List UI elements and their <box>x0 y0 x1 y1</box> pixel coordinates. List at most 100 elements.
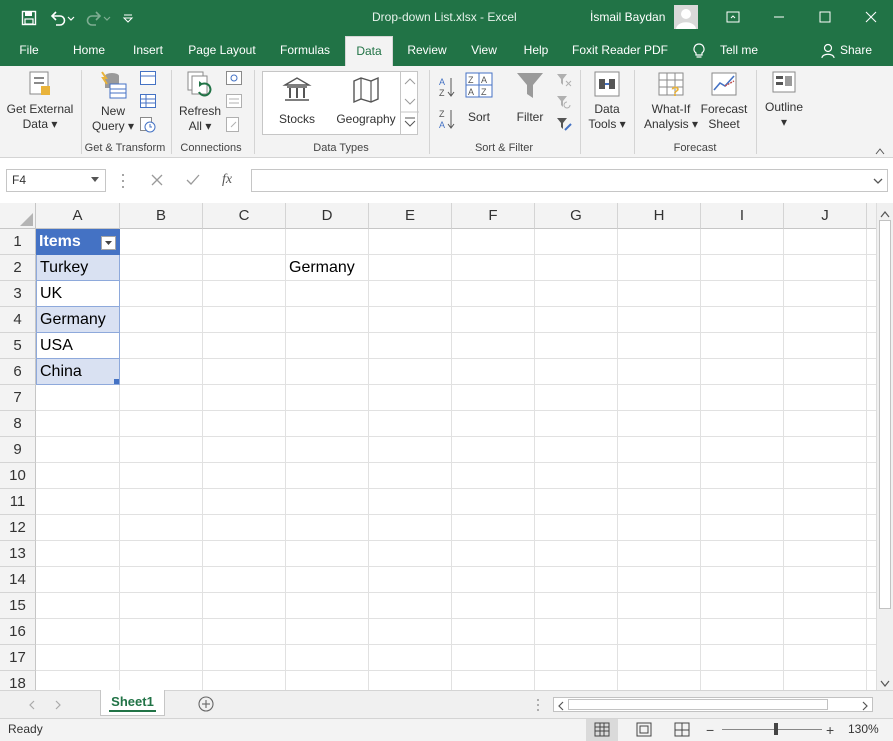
row-header-16[interactable]: 16 <box>0 619 36 645</box>
page-break-preview-icon[interactable] <box>666 719 698 741</box>
outline-button[interactable]: Outline ▾ <box>760 70 808 140</box>
avatar[interactable] <box>674 5 698 29</box>
cell-a5[interactable]: USA <box>36 333 120 359</box>
tab-data[interactable]: Data <box>345 36 393 66</box>
refresh-all-button[interactable]: Refresh All ▾ <box>176 70 224 140</box>
redo-icon[interactable] <box>84 7 112 29</box>
maximize-icon[interactable] <box>813 6 837 28</box>
tab-help[interactable]: Help <box>516 36 556 66</box>
share-icon[interactable] <box>820 36 838 66</box>
row-header-13[interactable]: 13 <box>0 541 36 567</box>
row-header-6[interactable]: 6 <box>0 359 36 385</box>
undo-icon[interactable] <box>48 7 76 29</box>
row-header-1[interactable]: 1 <box>0 229 36 255</box>
scroll-right-icon[interactable] <box>861 700 869 714</box>
formula-input[interactable] <box>251 169 888 192</box>
table-resize-handle[interactable] <box>114 379 119 384</box>
row-header-2[interactable]: 2 <box>0 255 36 281</box>
column-header-e[interactable]: E <box>369 203 452 229</box>
tab-view[interactable]: View <box>464 36 504 66</box>
column-header-i[interactable]: I <box>701 203 784 229</box>
tab-home[interactable]: Home <box>66 36 112 66</box>
tab-foxit-reader-pdf[interactable]: Foxit Reader PDF <box>568 36 672 66</box>
tab-formulas[interactable]: Formulas <box>274 36 336 66</box>
connections-icon[interactable] <box>226 71 242 88</box>
column-header-f[interactable]: F <box>452 203 535 229</box>
minimize-icon[interactable] <box>767 6 791 28</box>
advanced-filter-icon[interactable] <box>556 116 572 135</box>
sort-z-to-a-icon[interactable]: ZA <box>438 108 456 133</box>
name-box[interactable]: F4 <box>6 169 106 192</box>
show-queries-icon[interactable] <box>140 71 156 88</box>
chevron-down-icon[interactable] <box>91 177 99 182</box>
sheet-tab-sheet1[interactable]: Sheet1 <box>100 690 165 716</box>
from-table-icon[interactable] <box>140 94 156 111</box>
tab-review[interactable]: Review <box>401 36 453 66</box>
column-header-b[interactable]: B <box>120 203 203 229</box>
row-header-17[interactable]: 17 <box>0 645 36 671</box>
column-header-g[interactable]: G <box>535 203 618 229</box>
confirm-entry-icon[interactable] <box>186 173 200 190</box>
row-header-15[interactable]: 15 <box>0 593 36 619</box>
page-layout-view-icon[interactable] <box>628 719 660 741</box>
select-all-corner[interactable] <box>0 203 36 229</box>
lightbulb-icon[interactable] <box>690 36 708 66</box>
user-name[interactable]: İsmail Baydan <box>590 10 665 24</box>
row-header-11[interactable]: 11 <box>0 489 36 515</box>
next-sheet-icon[interactable] <box>54 699 62 713</box>
what-if-analysis-button[interactable]: ? What-If Analysis ▾ <box>640 70 702 140</box>
formula-bar-grip-icon[interactable] <box>121 172 125 193</box>
collapse-ribbon-icon[interactable] <box>874 145 886 159</box>
expand-formula-bar-icon[interactable] <box>872 175 884 189</box>
zoom-slider-thumb[interactable] <box>774 723 778 735</box>
get-external-data-button[interactable]: Get External Data ▾ <box>4 70 76 140</box>
row-header-5[interactable]: 5 <box>0 333 36 359</box>
cell-a6[interactable]: China <box>36 359 120 385</box>
filter-dropdown-icon[interactable] <box>101 236 116 250</box>
insert-function-icon[interactable]: fx <box>222 172 232 188</box>
row-header-8[interactable]: 8 <box>0 411 36 437</box>
ribbon-display-options-icon[interactable] <box>721 6 745 28</box>
cell-a1-table-header[interactable]: Items <box>36 229 120 255</box>
cell-a2[interactable]: Turkey <box>36 255 120 281</box>
column-header-h[interactable]: H <box>618 203 701 229</box>
customize-toolbar-icon[interactable] <box>120 7 136 29</box>
filter-button[interactable]: Filter <box>508 70 552 126</box>
scroll-down-icon[interactable] <box>880 677 890 691</box>
close-icon[interactable] <box>859 6 883 28</box>
scroll-up-icon[interactable] <box>880 207 890 221</box>
column-header-j[interactable]: J <box>784 203 867 229</box>
forecast-sheet-button[interactable]: Forecast Sheet <box>700 70 748 140</box>
horizontal-scroll-thumb[interactable] <box>568 699 828 710</box>
zoom-slider[interactable] <box>722 729 822 730</box>
cell-a3[interactable]: UK <box>36 281 120 307</box>
tab-split-grip-icon[interactable] <box>536 698 540 715</box>
tab-page-layout[interactable]: Page Layout <box>184 36 260 66</box>
row-header-12[interactable]: 12 <box>0 515 36 541</box>
worksheet-grid[interactable]: A B C D E F G H I J 1 2 3 4 5 6 7 8 9 10… <box>0 203 876 690</box>
horizontal-scrollbar[interactable] <box>553 697 873 712</box>
row-header-7[interactable]: 7 <box>0 385 36 411</box>
stocks-button[interactable]: Stocks <box>269 76 325 130</box>
sort-button[interactable]: ZAAZ Sort <box>460 70 498 126</box>
column-header-d[interactable]: D <box>286 203 369 229</box>
normal-view-icon[interactable] <box>586 719 618 741</box>
new-query-button[interactable]: New Query ▾ <box>90 70 136 140</box>
vertical-scroll-thumb[interactable] <box>879 220 891 609</box>
tab-insert[interactable]: Insert <box>126 36 170 66</box>
zoom-out-icon[interactable]: − <box>706 722 714 738</box>
gallery-scroll[interactable] <box>400 72 419 134</box>
new-sheet-icon[interactable] <box>197 695 215 716</box>
tell-me-search[interactable]: Tell me <box>714 36 764 66</box>
recent-sources-icon[interactable] <box>140 117 156 136</box>
row-header-4[interactable]: 4 <box>0 307 36 333</box>
vertical-scrollbar[interactable] <box>876 203 893 690</box>
tab-file[interactable]: File <box>12 36 46 66</box>
data-tools-button[interactable]: Data Tools ▾ <box>586 70 628 140</box>
scroll-left-icon[interactable] <box>557 700 565 714</box>
row-header-3[interactable]: 3 <box>0 281 36 307</box>
zoom-level[interactable]: 130% <box>848 722 879 736</box>
column-header-a[interactable]: A <box>36 203 120 229</box>
cell-d2[interactable]: Germany <box>286 255 369 281</box>
column-header-c[interactable]: C <box>203 203 286 229</box>
